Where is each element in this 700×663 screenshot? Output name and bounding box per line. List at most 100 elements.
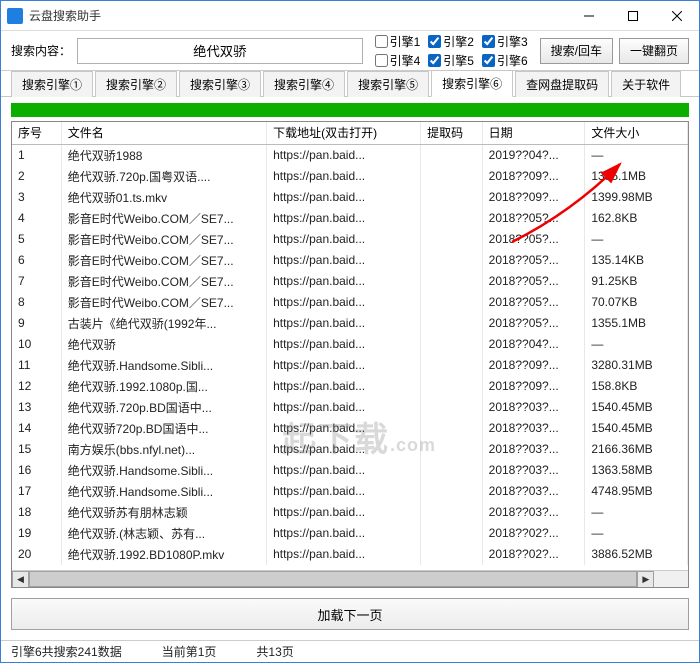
table-row[interactable]: 20绝代双骄.1992.BD1080P.mkvhttps://pan.baid.… (12, 544, 688, 565)
page-button[interactable]: 一键翻页 (619, 38, 689, 64)
cell-name: 绝代双骄苏有朋林志颖 (61, 502, 266, 523)
table-row[interactable]: 5影音E时代Weibo.COM／SE7...https://pan.baid..… (12, 229, 688, 250)
cell-idx: 1 (12, 144, 61, 166)
cell-idx: 5 (12, 229, 61, 250)
cell-name: 影音E时代Weibo.COM／SE7... (61, 229, 266, 250)
table-row[interactable]: 9古装片《绝代双骄(1992年...https://pan.baid...201… (12, 313, 688, 334)
cell-size: 162.8KB (585, 208, 688, 229)
cell-code (421, 460, 483, 481)
engine-checkbox[interactable] (375, 35, 388, 48)
table-row[interactable]: 18绝代双骄苏有朋林志颖https://pan.baid...2018??03?… (12, 502, 688, 523)
cell-code (421, 187, 483, 208)
tab-2[interactable]: 搜索引擎② (95, 71, 177, 97)
main-panel: 序号 文件名 下载地址(双击打开) 提取码 日期 文件大小 1绝代双骄1988h… (1, 97, 699, 640)
table-row[interactable]: 19绝代双骄.(林志颖、苏有...https://pan.baid...2018… (12, 523, 688, 544)
cell-name: 影音E时代Weibo.COM／SE7... (61, 271, 266, 292)
table-row[interactable]: 13绝代双骄.720p.BD国语中...https://pan.baid...2… (12, 397, 688, 418)
engine-check-6[interactable]: 引擎6 (482, 52, 528, 69)
maximize-button[interactable] (611, 1, 655, 31)
loadmore-button[interactable]: 加载下一页 (11, 598, 689, 630)
engine-check-2[interactable]: 引擎2 (428, 33, 474, 50)
cell-name: 绝代双骄.Handsome.Sibli... (61, 460, 266, 481)
engine-check-1[interactable]: 引擎1 (375, 33, 421, 50)
table-row[interactable]: 2绝代双骄.720p.国粤双语....https://pan.baid...20… (12, 166, 688, 187)
col-code[interactable]: 提取码 (421, 122, 483, 144)
tab-4[interactable]: 搜索引擎④ (263, 71, 345, 97)
table-row[interactable]: 17绝代双骄.Handsome.Sibli...https://pan.baid… (12, 481, 688, 502)
cell-url: https://pan.baid... (267, 208, 421, 229)
cell-name: 绝代双骄.1992.BD1080P.mkv (61, 544, 266, 565)
cell-url: https://pan.baid... (267, 250, 421, 271)
tab-7[interactable]: 查网盘提取码 (515, 71, 609, 97)
cell-code (421, 144, 483, 166)
engine-checkbox[interactable] (482, 54, 495, 67)
table-row[interactable]: 10绝代双骄https://pan.baid...2018??04?...— (12, 334, 688, 355)
table-row[interactable]: 11绝代双骄.Handsome.Sibli...https://pan.baid… (12, 355, 688, 376)
table-header-row: 序号 文件名 下载地址(双击打开) 提取码 日期 文件大小 (12, 122, 688, 144)
cell-date: 2018??05?... (482, 229, 585, 250)
table-row[interactable]: 12绝代双骄.1992.1080p.国...https://pan.baid..… (12, 376, 688, 397)
cell-code (421, 439, 483, 460)
cell-idx: 8 (12, 292, 61, 313)
cell-date: 2018??05?... (482, 313, 585, 334)
tab-6[interactable]: 搜索引擎⑥ (431, 70, 513, 97)
cell-code (421, 418, 483, 439)
table-row[interactable]: 6影音E时代Weibo.COM／SE7...https://pan.baid..… (12, 250, 688, 271)
table-row[interactable]: 7影音E时代Weibo.COM／SE7...https://pan.baid..… (12, 271, 688, 292)
table-row[interactable]: 8影音E时代Weibo.COM／SE7...https://pan.baid..… (12, 292, 688, 313)
cell-date: 2018??05?... (482, 208, 585, 229)
engine-checkbox[interactable] (375, 54, 388, 67)
cell-size: 158.8KB (585, 376, 688, 397)
search-button[interactable]: 搜索/回车 (540, 38, 613, 64)
cell-idx: 12 (12, 376, 61, 397)
cell-size: 135.14KB (585, 250, 688, 271)
results-table: 序号 文件名 下载地址(双击打开) 提取码 日期 文件大小 1绝代双骄1988h… (12, 122, 688, 565)
engine-check-3[interactable]: 引擎3 (482, 33, 528, 50)
cell-date: 2019??04?... (482, 144, 585, 166)
cell-idx: 18 (12, 502, 61, 523)
search-input[interactable] (77, 38, 363, 64)
engine-check-4[interactable]: 引擎4 (375, 52, 421, 69)
engine-label: 引擎5 (443, 52, 474, 69)
scroll-right-arrow[interactable]: ▶ (637, 571, 654, 588)
tab-5[interactable]: 搜索引擎⑤ (347, 71, 429, 97)
tabbar: 搜索引擎①搜索引擎②搜索引擎③搜索引擎④搜索引擎⑤搜索引擎⑥查网盘提取码关于软件 (1, 71, 699, 97)
engine-checkbox[interactable] (482, 35, 495, 48)
engine-check-5[interactable]: 引擎5 (428, 52, 474, 69)
cell-size: 1540.45MB (585, 418, 688, 439)
cell-code (421, 481, 483, 502)
app-icon (7, 8, 23, 24)
cell-date: 2018??03?... (482, 439, 585, 460)
cell-name: 绝代双骄.(林志颖、苏有... (61, 523, 266, 544)
cell-idx: 2 (12, 166, 61, 187)
tab-8[interactable]: 关于软件 (611, 71, 681, 97)
table-row[interactable]: 14绝代双骄720p.BD国语中...https://pan.baid...20… (12, 418, 688, 439)
cell-idx: 16 (12, 460, 61, 481)
engine-checkbox[interactable] (428, 35, 441, 48)
col-size[interactable]: 文件大小 (585, 122, 688, 144)
cell-size: 70.07KB (585, 292, 688, 313)
table-row[interactable]: 1绝代双骄1988https://pan.baid...2019??04?...… (12, 144, 688, 166)
status-total: 共13页 (256, 643, 293, 660)
cell-url: https://pan.baid... (267, 229, 421, 250)
table-row[interactable]: 3绝代双骄01.ts.mkvhttps://pan.baid...2018??0… (12, 187, 688, 208)
tab-1[interactable]: 搜索引擎① (11, 71, 93, 97)
cell-name: 绝代双骄720p.BD国语中... (61, 418, 266, 439)
horizontal-scrollbar[interactable]: ◀ ▶ (12, 570, 688, 587)
minimize-button[interactable] (567, 1, 611, 31)
close-button[interactable] (655, 1, 699, 31)
col-filename[interactable]: 文件名 (61, 122, 266, 144)
search-label: 搜索内容： (11, 42, 71, 59)
table-row[interactable]: 4影音E时代Weibo.COM／SE7...https://pan.baid..… (12, 208, 688, 229)
col-url[interactable]: 下载地址(双击打开) (267, 122, 421, 144)
cell-code (421, 166, 483, 187)
col-date[interactable]: 日期 (482, 122, 585, 144)
tab-3[interactable]: 搜索引擎③ (179, 71, 261, 97)
engine-checkbox[interactable] (428, 54, 441, 67)
scroll-thumb[interactable] (29, 571, 637, 587)
col-index[interactable]: 序号 (12, 122, 61, 144)
scroll-left-arrow[interactable]: ◀ (12, 571, 29, 588)
table-row[interactable]: 16绝代双骄.Handsome.Sibli...https://pan.baid… (12, 460, 688, 481)
cell-idx: 11 (12, 355, 61, 376)
table-row[interactable]: 15南方娱乐(bbs.nfyl.net)...https://pan.baid.… (12, 439, 688, 460)
